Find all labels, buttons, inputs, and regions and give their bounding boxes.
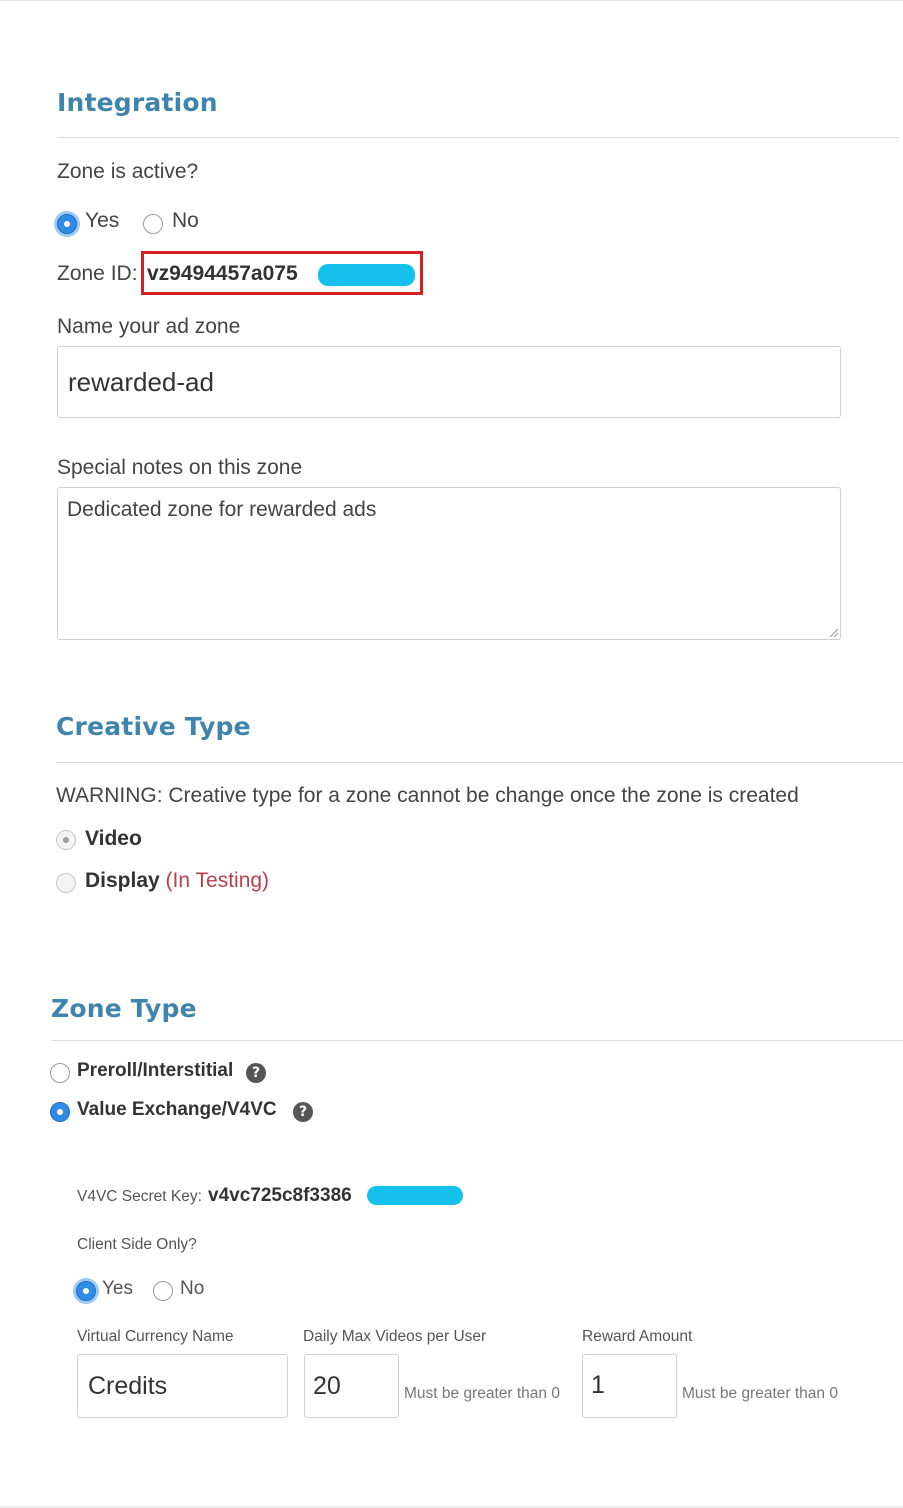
zone-notes-value: Dedicated zone for rewarded ads xyxy=(67,498,377,521)
zone-type-divider xyxy=(51,1040,903,1041)
zone-id-label: Zone ID: xyxy=(57,262,138,285)
creative-display-option: Display (In Testing) xyxy=(85,869,269,893)
client-side-no-radio[interactable] xyxy=(153,1281,173,1301)
v4vc-secret-key-value: v4vc725c8f3386 xyxy=(208,1185,352,1206)
reward-amount-hint: Must be greater than 0 xyxy=(682,1385,838,1402)
creative-type-warning: WARNING: Creative type for a zone cannot… xyxy=(56,784,799,807)
currency-name-input[interactable]: Credits xyxy=(77,1354,288,1418)
integration-divider xyxy=(57,137,899,138)
daily-max-label: Daily Max Videos per User xyxy=(303,1328,487,1345)
reward-amount-value: 1 xyxy=(591,1371,605,1399)
zone-name-label: Name your ad zone xyxy=(57,315,241,338)
v4vc-help-icon[interactable]: ? xyxy=(293,1102,313,1122)
zone-active-no-label[interactable]: No xyxy=(172,209,199,233)
zone-name-value: rewarded-ad xyxy=(68,366,214,397)
daily-max-input[interactable]: 20 xyxy=(304,1354,399,1418)
zone-notes-label: Special notes on this zone xyxy=(57,456,303,479)
zone-type-v4vc-radio[interactable] xyxy=(50,1102,70,1122)
client-side-yes-label[interactable]: Yes xyxy=(102,1278,133,1300)
zone-notes-textarea[interactable]: Dedicated zone for rewarded ads xyxy=(57,487,841,640)
zone-type-preroll-radio[interactable] xyxy=(50,1063,70,1083)
zone-name-input[interactable]: rewarded-ad xyxy=(57,346,841,418)
zone-active-yes-label[interactable]: Yes xyxy=(85,209,119,233)
reward-amount-label: Reward Amount xyxy=(582,1328,693,1345)
client-side-no-label[interactable]: No xyxy=(180,1278,204,1300)
creative-display-label: Display xyxy=(85,869,160,892)
currency-name-label: Virtual Currency Name xyxy=(77,1328,234,1345)
reward-amount-input[interactable]: 1 xyxy=(582,1354,677,1418)
creative-video-radio[interactable] xyxy=(56,830,76,850)
zone-type-v4vc-label[interactable]: Value Exchange/V4VC xyxy=(77,1099,277,1121)
secret-key-redaction xyxy=(367,1186,463,1205)
integration-heading: Integration xyxy=(57,88,218,117)
zone-id-value: vz9494457a075 xyxy=(147,262,298,285)
zone-active-label: Zone is active? xyxy=(57,160,199,183)
in-testing-note: (In Testing) xyxy=(165,869,270,892)
daily-max-hint: Must be greater than 0 xyxy=(404,1385,560,1402)
preroll-help-icon[interactable]: ? xyxy=(246,1063,266,1083)
creative-type-heading: Creative Type xyxy=(56,712,251,741)
creative-video-label: Video xyxy=(85,827,142,850)
client-side-label: Client Side Only? xyxy=(77,1236,197,1253)
client-side-yes-radio[interactable] xyxy=(76,1281,96,1301)
top-border xyxy=(0,0,903,1)
v4vc-secret-key-label: V4VC Secret Key: xyxy=(77,1188,202,1205)
zone-type-heading: Zone Type xyxy=(51,994,197,1023)
currency-name-value: Credits xyxy=(88,1371,168,1400)
zone-id-redaction xyxy=(318,264,415,286)
creative-display-radio[interactable] xyxy=(56,873,76,893)
resize-grip-icon[interactable] xyxy=(828,627,838,637)
daily-max-value: 20 xyxy=(313,1371,341,1400)
zone-type-preroll-label[interactable]: Preroll/Interstitial xyxy=(77,1060,233,1082)
zone-active-no-radio[interactable] xyxy=(143,214,163,234)
zone-active-yes-radio[interactable] xyxy=(57,214,77,234)
creative-type-divider xyxy=(56,762,903,763)
